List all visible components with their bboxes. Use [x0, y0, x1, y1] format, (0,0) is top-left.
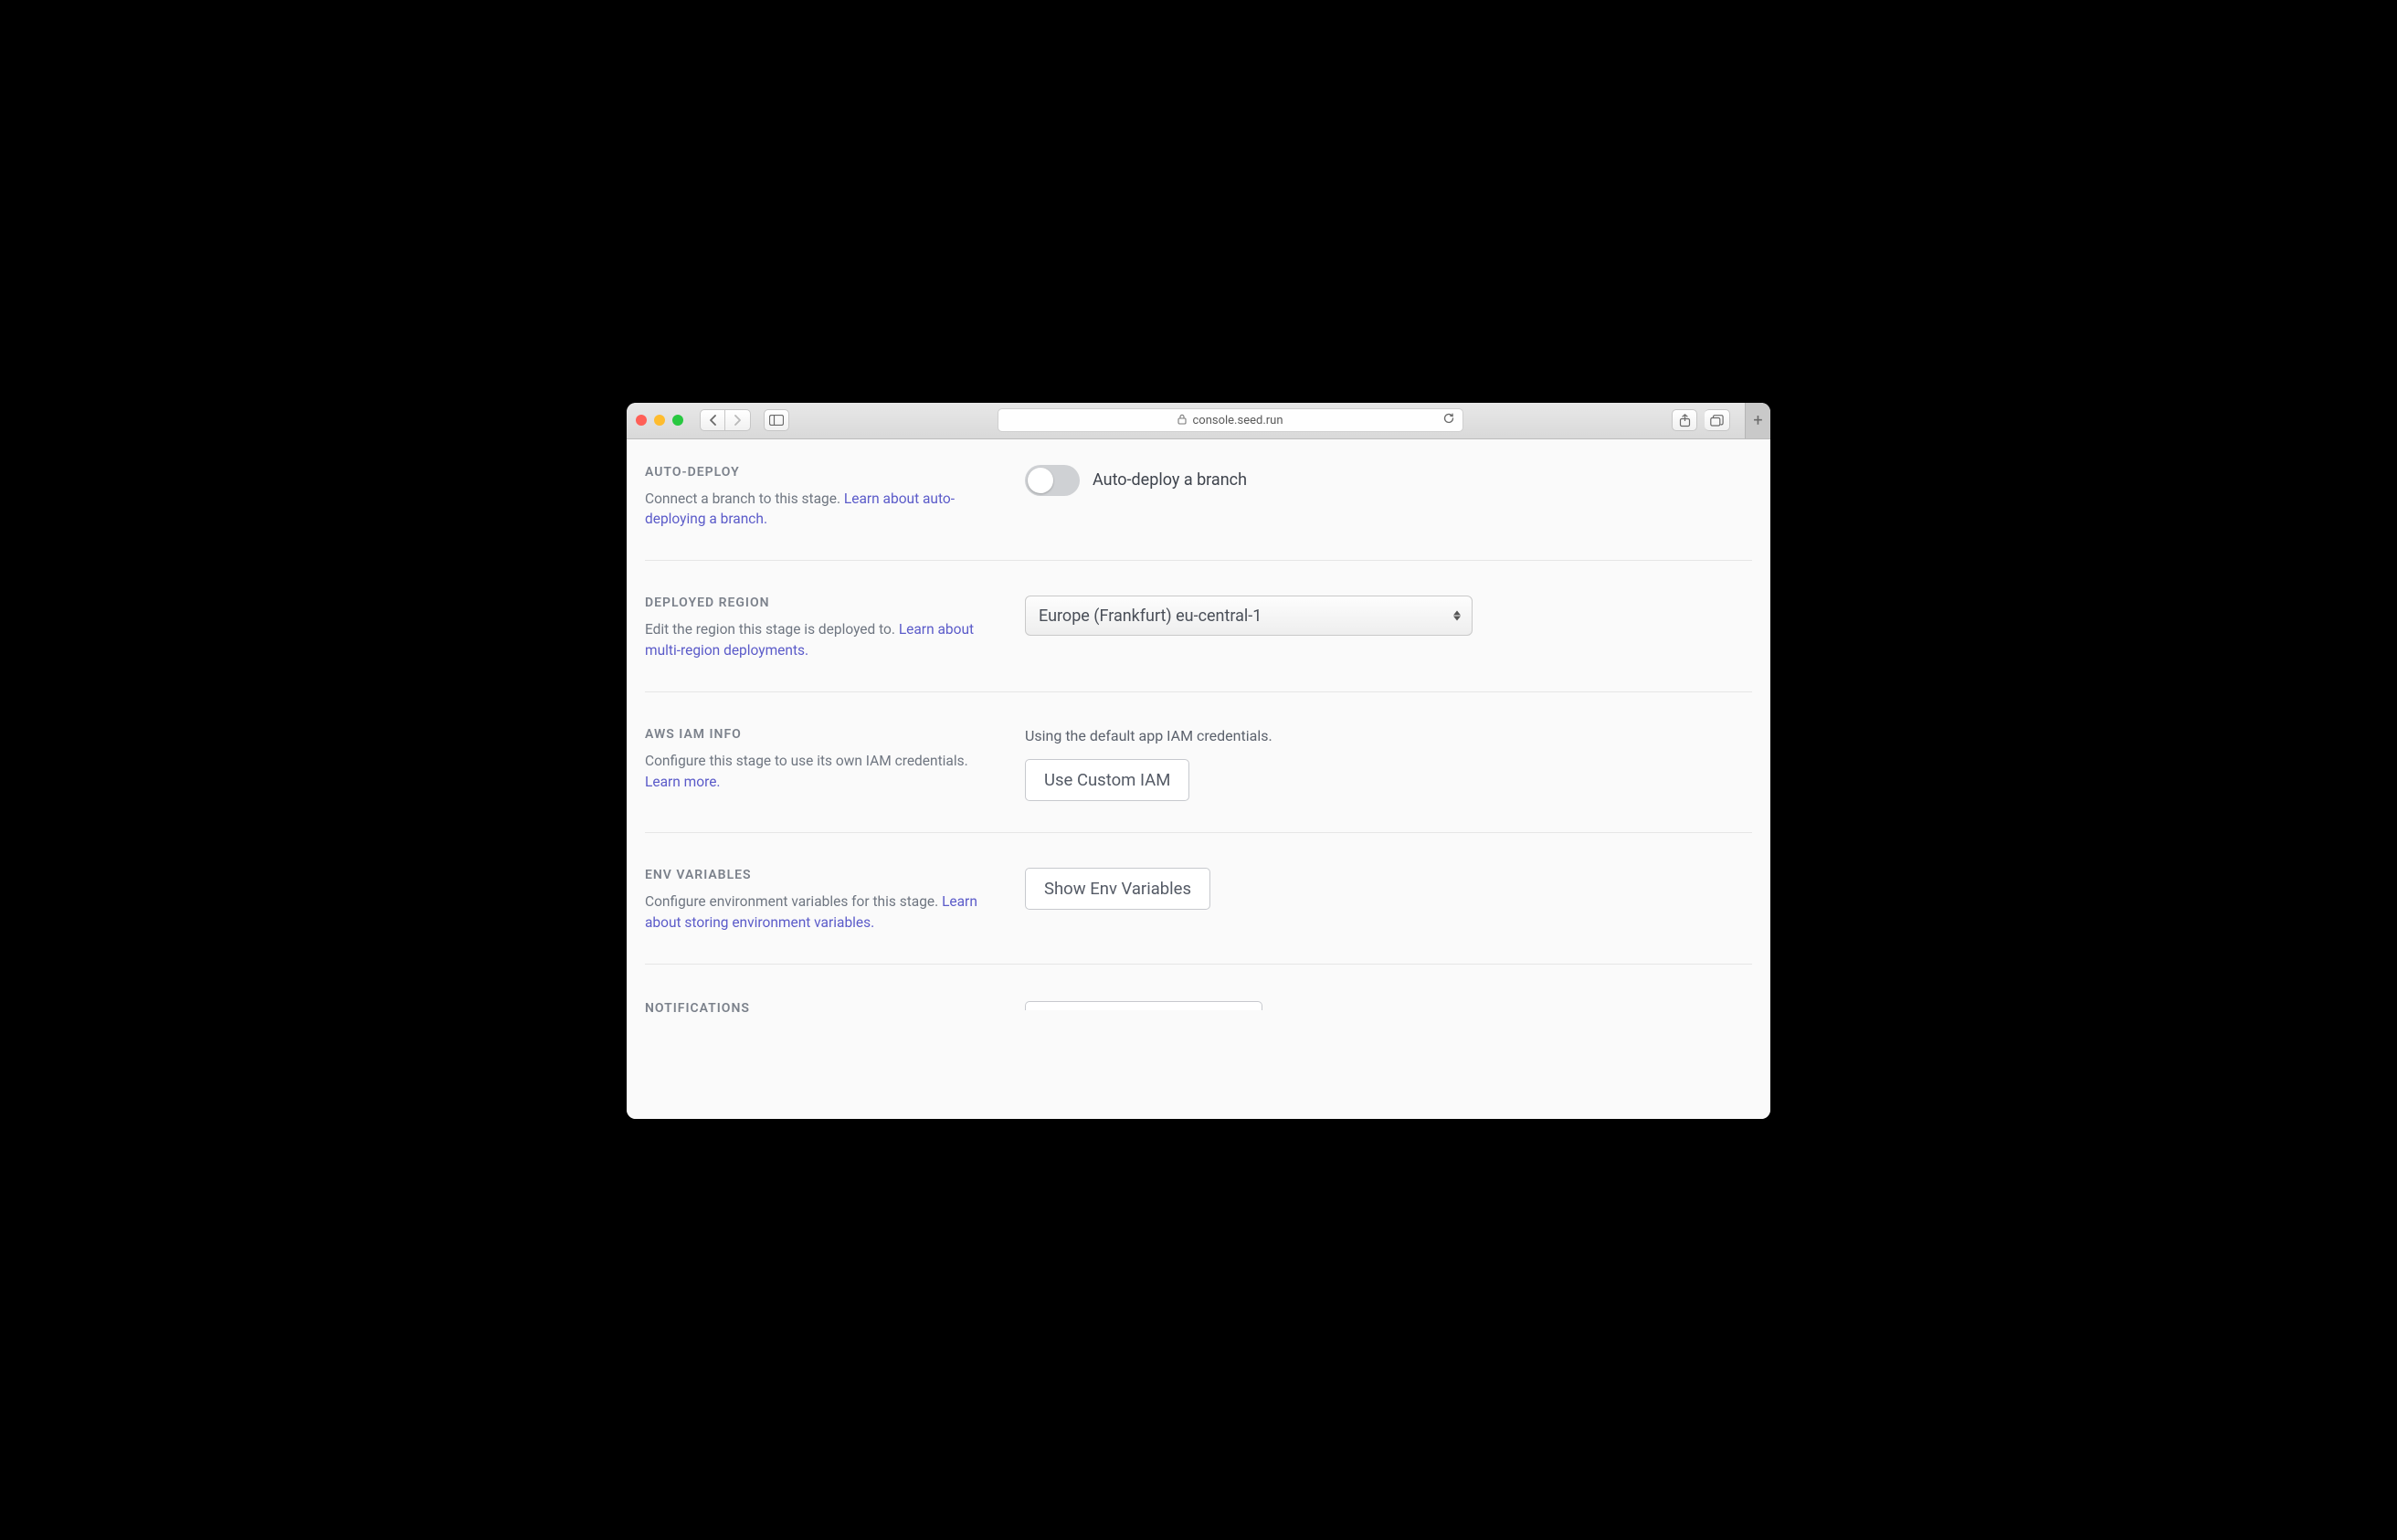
address-bar[interactable]: console.seed.run [998, 408, 1463, 432]
chevron-right-icon [734, 415, 742, 426]
auto-deploy-description: Connect a branch to this stage. Learn ab… [645, 489, 1001, 530]
forward-button[interactable] [725, 409, 751, 431]
plus-icon: + [1753, 411, 1762, 430]
section-env-variables: ENV VARIABLES Configure environment vari… [645, 833, 1752, 965]
show-env-variables-button[interactable]: Show Env Variables [1025, 868, 1210, 910]
iam-learn-link[interactable]: Learn more. [645, 774, 721, 790]
close-window-button[interactable] [636, 415, 647, 426]
region-description: Edit the region this stage is deployed t… [645, 619, 1001, 660]
minimize-window-button[interactable] [654, 415, 665, 426]
tabs-button[interactable] [1705, 409, 1730, 431]
address-bar-url: console.seed.run [1192, 414, 1283, 427]
reload-button[interactable] [1442, 412, 1455, 428]
auto-deploy-toggle-label: Auto-deploy a branch [1093, 470, 1247, 490]
region-select-value: Europe (Frankfurt) eu-central-1 [1039, 607, 1262, 626]
sidebar-icon [769, 415, 784, 426]
share-icon [1679, 414, 1691, 427]
nav-buttons [700, 409, 751, 431]
sidebar-toggle-button[interactable] [764, 409, 789, 431]
section-auto-deploy: AUTO-DEPLOY Connect a branch to this sta… [645, 439, 1752, 562]
back-button[interactable] [700, 409, 725, 431]
iam-title: AWS IAM INFO [645, 727, 1001, 742]
region-title: DEPLOYED REGION [645, 596, 1001, 610]
lock-icon [1177, 414, 1187, 427]
env-title: ENV VARIABLES [645, 868, 1001, 882]
auto-deploy-title: AUTO-DEPLOY [645, 465, 1001, 480]
browser-toolbar: console.seed.run + [627, 403, 1770, 439]
notifications-button-partial[interactable] [1025, 1001, 1262, 1010]
use-custom-iam-button[interactable]: Use Custom IAM [1025, 759, 1189, 801]
reload-icon [1442, 412, 1455, 425]
page-content: AUTO-DEPLOY Connect a branch to this sta… [627, 439, 1770, 1119]
window-controls [636, 415, 683, 426]
notifications-title: NOTIFICATIONS [645, 1001, 1001, 1016]
share-button[interactable] [1672, 409, 1697, 431]
section-aws-iam: AWS IAM INFO Configure this stage to use… [645, 692, 1752, 833]
env-description: Configure environment variables for this… [645, 891, 1001, 933]
section-deployed-region: DEPLOYED REGION Edit the region this sta… [645, 561, 1752, 692]
new-tab-button[interactable]: + [1745, 403, 1770, 438]
browser-window: console.seed.run + [627, 403, 1770, 1119]
tabs-icon [1710, 415, 1724, 427]
section-notifications: NOTIFICATIONS [645, 965, 1752, 1016]
select-caret-icon [1453, 611, 1461, 621]
iam-status-text: Using the default app IAM credentials. [1025, 727, 1752, 744]
auto-deploy-toggle[interactable] [1025, 465, 1080, 496]
fullscreen-window-button[interactable] [672, 415, 683, 426]
toggle-knob [1028, 468, 1053, 493]
iam-description: Configure this stage to use its own IAM … [645, 751, 1001, 792]
chevron-left-icon [709, 415, 717, 426]
region-select[interactable]: Europe (Frankfurt) eu-central-1 [1025, 596, 1473, 636]
